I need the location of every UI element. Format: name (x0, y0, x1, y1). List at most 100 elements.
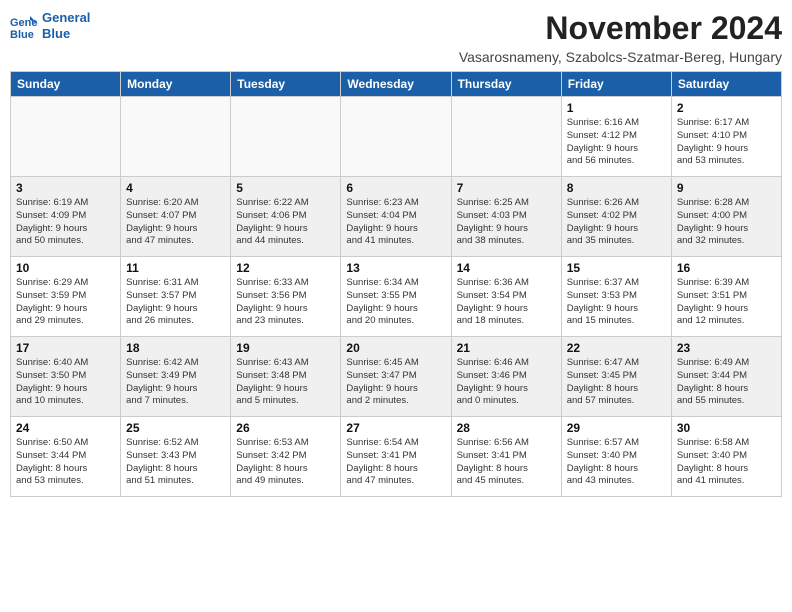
day-info: Sunrise: 6:53 AM Sunset: 3:42 PM Dayligh… (236, 437, 335, 488)
calendar-week-1: 3 Sunrise: 6:19 AM Sunset: 4:09 PM Daylig… (11, 177, 782, 257)
day-info: Sunrise: 6:17 AM Sunset: 4:10 PM Dayligh… (677, 117, 776, 168)
calendar-cell: 23 Sunrise: 6:49 AM Sunset: 3:44 PM Dayli… (671, 337, 781, 417)
calendar-week-4: 24 Sunrise: 6:50 AM Sunset: 3:44 PM Dayli… (11, 417, 782, 497)
day-info: Sunrise: 6:49 AM Sunset: 3:44 PM Dayligh… (677, 357, 776, 408)
day-number: 28 (457, 421, 556, 435)
logo-line2: Blue (42, 26, 70, 41)
day-info: Sunrise: 6:57 AM Sunset: 3:40 PM Dayligh… (567, 437, 666, 488)
day-number: 25 (126, 421, 225, 435)
calendar-week-2: 10 Sunrise: 6:29 AM Sunset: 3:59 PM Dayli… (11, 257, 782, 337)
calendar-cell (341, 97, 451, 177)
day-info: Sunrise: 6:37 AM Sunset: 3:53 PM Dayligh… (567, 277, 666, 328)
day-info: Sunrise: 6:16 AM Sunset: 4:12 PM Dayligh… (567, 117, 666, 168)
day-number: 2 (677, 101, 776, 115)
calendar-cell: 10 Sunrise: 6:29 AM Sunset: 3:59 PM Dayli… (11, 257, 121, 337)
day-info: Sunrise: 6:29 AM Sunset: 3:59 PM Dayligh… (16, 277, 115, 328)
day-number: 30 (677, 421, 776, 435)
calendar-cell: 21 Sunrise: 6:46 AM Sunset: 3:46 PM Dayli… (451, 337, 561, 417)
day-number: 13 (346, 261, 445, 275)
calendar-cell (11, 97, 121, 177)
day-number: 14 (457, 261, 556, 275)
calendar-cell: 15 Sunrise: 6:37 AM Sunset: 3:53 PM Dayli… (561, 257, 671, 337)
day-number: 15 (567, 261, 666, 275)
day-number: 19 (236, 341, 335, 355)
day-info: Sunrise: 6:26 AM Sunset: 4:02 PM Dayligh… (567, 197, 666, 248)
calendar-cell: 18Sunrise: 6:42 AM Sunset: 3:49 PM Dayli… (121, 337, 231, 417)
weekday-header-row: SundayMondayTuesdayWednesdayThursdayFrid… (11, 72, 782, 97)
day-number: 16 (677, 261, 776, 275)
day-info: Sunrise: 6:19 AM Sunset: 4:09 PM Dayligh… (16, 197, 115, 248)
day-number: 23 (677, 341, 776, 355)
calendar-cell: 25 Sunrise: 6:52 AM Sunset: 3:43 PM Dayli… (121, 417, 231, 497)
day-number: 24 (16, 421, 115, 435)
calendar-cell: 14Sunrise: 6:36 AM Sunset: 3:54 PM Dayli… (451, 257, 561, 337)
calendar-cell: 2 Sunrise: 6:17 AM Sunset: 4:10 PM Daylig… (671, 97, 781, 177)
calendar-cell: 29 Sunrise: 6:57 AM Sunset: 3:40 PM Dayli… (561, 417, 671, 497)
day-info: Sunrise: 6:40 AM Sunset: 3:50 PM Dayligh… (16, 357, 115, 408)
day-number: 3 (16, 181, 115, 195)
day-number: 4 (126, 181, 225, 195)
calendar-cell: 8Sunrise: 6:26 AM Sunset: 4:02 PM Daylig… (561, 177, 671, 257)
day-number: 20 (346, 341, 445, 355)
weekday-header-tuesday: Tuesday (231, 72, 341, 97)
day-number: 29 (567, 421, 666, 435)
svg-text:General: General (10, 17, 38, 29)
page-header: General Blue General Blue November 2024 … (10, 10, 782, 65)
weekday-header-friday: Friday (561, 72, 671, 97)
calendar-cell (451, 97, 561, 177)
day-info: Sunrise: 6:52 AM Sunset: 3:43 PM Dayligh… (126, 437, 225, 488)
calendar-cell: 28 Sunrise: 6:56 AM Sunset: 3:41 PM Dayli… (451, 417, 561, 497)
calendar-cell: 4 Sunrise: 6:20 AM Sunset: 4:07 PM Daylig… (121, 177, 231, 257)
day-info: Sunrise: 6:56 AM Sunset: 3:41 PM Dayligh… (457, 437, 556, 488)
calendar-cell: 11 Sunrise: 6:31 AM Sunset: 3:57 PM Dayli… (121, 257, 231, 337)
calendar-cell: 5 Sunrise: 6:22 AM Sunset: 4:06 PM Daylig… (231, 177, 341, 257)
calendar-cell: 16Sunrise: 6:39 AM Sunset: 3:51 PM Dayli… (671, 257, 781, 337)
weekday-header-thursday: Thursday (451, 72, 561, 97)
calendar-cell: 7Sunrise: 6:25 AM Sunset: 4:03 PM Daylig… (451, 177, 561, 257)
day-number: 18 (126, 341, 225, 355)
weekday-header-wednesday: Wednesday (341, 72, 451, 97)
day-number: 12 (236, 261, 335, 275)
day-info: Sunrise: 6:25 AM Sunset: 4:03 PM Dayligh… (457, 197, 556, 248)
weekday-header-monday: Monday (121, 72, 231, 97)
logo-icon: General Blue (10, 12, 38, 40)
day-info: Sunrise: 6:34 AM Sunset: 3:55 PM Dayligh… (346, 277, 445, 328)
calendar-cell: 26Sunrise: 6:53 AM Sunset: 3:42 PM Dayli… (231, 417, 341, 497)
day-info: Sunrise: 6:20 AM Sunset: 4:07 PM Dayligh… (126, 197, 225, 248)
calendar-table: SundayMondayTuesdayWednesdayThursdayFrid… (10, 71, 782, 497)
calendar-body: 1 Sunrise: 6:16 AM Sunset: 4:12 PM Daylig… (11, 97, 782, 497)
calendar-cell: 3 Sunrise: 6:19 AM Sunset: 4:09 PM Daylig… (11, 177, 121, 257)
day-number: 6 (346, 181, 445, 195)
day-info: Sunrise: 6:45 AM Sunset: 3:47 PM Dayligh… (346, 357, 445, 408)
calendar-cell: 9Sunrise: 6:28 AM Sunset: 4:00 PM Daylig… (671, 177, 781, 257)
calendar-header: SundayMondayTuesdayWednesdayThursdayFrid… (11, 72, 782, 97)
calendar-cell: 13 Sunrise: 6:34 AM Sunset: 3:55 PM Dayli… (341, 257, 451, 337)
day-info: Sunrise: 6:22 AM Sunset: 4:06 PM Dayligh… (236, 197, 335, 248)
day-number: 5 (236, 181, 335, 195)
day-number: 27 (346, 421, 445, 435)
calendar-cell: 20 Sunrise: 6:45 AM Sunset: 3:47 PM Dayli… (341, 337, 451, 417)
weekday-header-sunday: Sunday (11, 72, 121, 97)
day-number: 21 (457, 341, 556, 355)
day-info: Sunrise: 6:31 AM Sunset: 3:57 PM Dayligh… (126, 277, 225, 328)
calendar-cell: 22Sunrise: 6:47 AM Sunset: 3:45 PM Dayli… (561, 337, 671, 417)
day-number: 1 (567, 101, 666, 115)
calendar-week-0: 1 Sunrise: 6:16 AM Sunset: 4:12 PM Daylig… (11, 97, 782, 177)
logo-line1: General (42, 10, 90, 25)
day-info: Sunrise: 6:46 AM Sunset: 3:46 PM Dayligh… (457, 357, 556, 408)
calendar-cell: 17 Sunrise: 6:40 AM Sunset: 3:50 PM Dayli… (11, 337, 121, 417)
day-number: 9 (677, 181, 776, 195)
logo-text: General Blue (42, 10, 90, 41)
day-info: Sunrise: 6:47 AM Sunset: 3:45 PM Dayligh… (567, 357, 666, 408)
calendar-cell: 19Sunrise: 6:43 AM Sunset: 3:48 PM Dayli… (231, 337, 341, 417)
calendar-cell: 27 Sunrise: 6:54 AM Sunset: 3:41 PM Dayli… (341, 417, 451, 497)
subtitle: Vasarosnameny, Szabolcs-Szatmar-Bereg, H… (459, 49, 782, 65)
calendar-cell: 30Sunrise: 6:58 AM Sunset: 3:40 PM Dayli… (671, 417, 781, 497)
day-info: Sunrise: 6:54 AM Sunset: 3:41 PM Dayligh… (346, 437, 445, 488)
day-number: 10 (16, 261, 115, 275)
calendar-cell (231, 97, 341, 177)
day-info: Sunrise: 6:50 AM Sunset: 3:44 PM Dayligh… (16, 437, 115, 488)
logo: General Blue General Blue (10, 10, 90, 41)
day-number: 11 (126, 261, 225, 275)
day-number: 17 (16, 341, 115, 355)
